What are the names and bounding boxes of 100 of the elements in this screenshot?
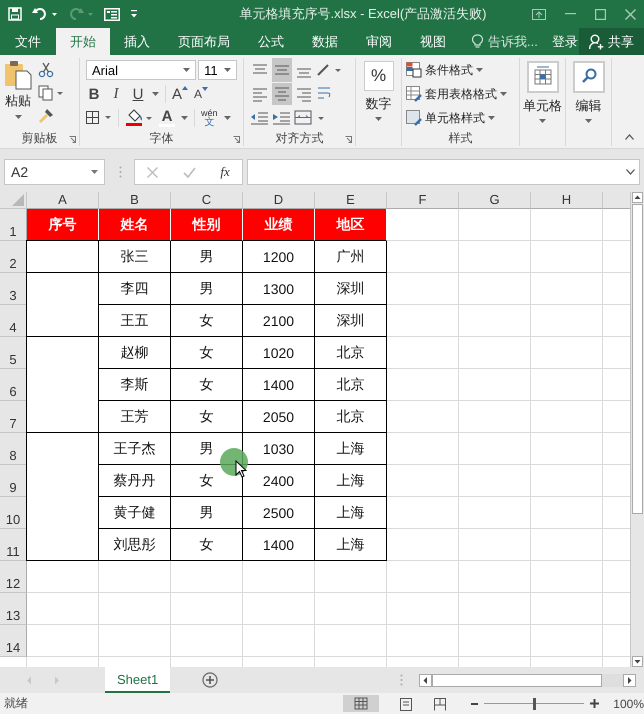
- ribbon-tab[interactable]: 页面布局: [164, 28, 244, 55]
- scroll-down-icon[interactable]: [632, 656, 643, 667]
- font-color-button[interactable]: A: [159, 109, 175, 127]
- ribbon-tab[interactable]: 公式: [244, 28, 298, 55]
- expand-chevron-icon[interactable]: [626, 169, 635, 175]
- add-sheet-icon[interactable]: [202, 672, 218, 688]
- table-cell: 蔡丹丹: [99, 465, 171, 497]
- scroll-left-icon[interactable]: [419, 674, 432, 686]
- dialog-launcher-icon[interactable]: [69, 136, 76, 143]
- scrollbar-thumb[interactable]: [632, 204, 643, 514]
- collapse-ribbon-icon[interactable]: [625, 134, 634, 140]
- borders-icon[interactable]: [86, 111, 112, 125]
- caret-icon[interactable]: [539, 119, 546, 123]
- row-header[interactable]: 9: [0, 465, 27, 497]
- styles-menu-button[interactable]: 单元格样式: [406, 108, 515, 128]
- grow-font-button[interactable]: A: [172, 86, 188, 102]
- column-header[interactable]: B: [99, 192, 171, 209]
- insert-function-button[interactable]: fx: [220, 164, 230, 180]
- group-label: 数字: [366, 95, 392, 113]
- row-header[interactable]: 1: [0, 209, 27, 241]
- sign-in-link[interactable]: 登录: [552, 28, 578, 55]
- styles-menu-button[interactable]: 条件格式: [406, 60, 515, 80]
- column-header[interactable]: E: [315, 192, 387, 209]
- normal-view-icon[interactable]: [343, 695, 380, 712]
- search-icon[interactable]: [572, 61, 604, 93]
- align-middle-icon[interactable]: [272, 58, 292, 82]
- drag-handle-icon[interactable]: [119, 166, 122, 178]
- phonetic-guide-button[interactable]: wén 文: [201, 109, 218, 127]
- caret-icon[interactable]: [152, 92, 159, 96]
- tell-me-field[interactable]: 告诉我...: [488, 32, 538, 50]
- column-header[interactable]: H: [531, 192, 603, 209]
- number-format-button[interactable]: %: [364, 61, 394, 91]
- ribbon-tab[interactable]: 视图: [406, 28, 460, 55]
- customize-caret-icon[interactable]: [130, 10, 138, 18]
- minimize-icon[interactable]: [565, 13, 576, 15]
- row-header[interactable]: 11: [0, 529, 27, 561]
- name-box[interactable]: A2: [4, 159, 105, 185]
- caret-icon: [500, 92, 507, 96]
- styles-menu-button[interactable]: 套用表格格式: [406, 84, 515, 104]
- ribbon-tab[interactable]: 审阅: [352, 28, 406, 55]
- row-header[interactable]: 4: [0, 305, 27, 337]
- row-header[interactable]: 13: [0, 593, 27, 625]
- ribbon-tab[interactable]: 开始: [56, 28, 110, 55]
- ribbon-display-icon[interactable]: [532, 8, 546, 20]
- underline-button[interactable]: U: [130, 86, 146, 102]
- caret-icon[interactable]: [181, 116, 188, 120]
- row-header[interactable]: 10: [0, 497, 27, 529]
- align-center-icon[interactable]: [272, 83, 292, 105]
- ribbon-tab[interactable]: 文件: [0, 28, 56, 55]
- scrollbar-thumb[interactable]: [432, 674, 602, 686]
- italic-button[interactable]: I: [108, 86, 124, 102]
- column-header[interactable]: D: [243, 192, 315, 209]
- table-cell: 王芳: [99, 401, 171, 433]
- font-size-dropdown[interactable]: 11: [198, 60, 237, 80]
- share-button[interactable]: 共享: [579, 28, 644, 55]
- save-icon[interactable]: [8, 7, 22, 21]
- paste-button[interactable]: 粘贴: [4, 60, 32, 128]
- cells-icon[interactable]: [526, 61, 558, 93]
- row-header[interactable]: 2: [0, 241, 27, 273]
- fill-color-icon[interactable]: [125, 109, 153, 127]
- caret-icon[interactable]: [224, 116, 231, 120]
- sheet-tab[interactable]: Sheet1: [105, 667, 170, 693]
- checkmark-icon[interactable]: [182, 166, 196, 178]
- scissors-icon[interactable]: [38, 62, 54, 78]
- format-painter-icon[interactable]: [38, 108, 54, 124]
- column-header[interactable]: C: [171, 192, 243, 209]
- ribbon-tab[interactable]: 插入: [110, 28, 164, 55]
- page-break-icon[interactable]: [433, 696, 448, 710]
- row-header[interactable]: 3: [0, 273, 27, 305]
- bold-button[interactable]: B: [86, 86, 102, 102]
- font-name-dropdown[interactable]: Arial: [86, 60, 196, 80]
- row-header[interactable]: 8: [0, 433, 27, 465]
- column-header[interactable]: A: [27, 192, 99, 209]
- row-header[interactable]: 12: [0, 561, 27, 593]
- caret-icon[interactable]: [375, 117, 382, 121]
- formula-input[interactable]: [247, 159, 640, 185]
- form-icon[interactable]: [104, 8, 120, 20]
- scroll-up-icon[interactable]: [632, 192, 643, 203]
- close-icon[interactable]: [625, 8, 636, 20]
- undo-icon[interactable]: [32, 7, 58, 21]
- column-header[interactable]: F: [387, 192, 459, 209]
- row-header[interactable]: 6: [0, 369, 27, 401]
- caret-icon[interactable]: [585, 119, 592, 123]
- zoom-in-icon[interactable]: [590, 699, 600, 708]
- zoom-slider-thumb[interactable]: [533, 698, 536, 710]
- row-header[interactable]: 14: [0, 625, 27, 657]
- drag-handle-icon[interactable]: [400, 674, 404, 686]
- ribbon-tab[interactable]: 数据: [298, 28, 352, 55]
- page-layout-icon[interactable]: [399, 696, 414, 710]
- row-header[interactable]: 5: [0, 337, 27, 369]
- scroll-right-icon[interactable]: [623, 674, 636, 686]
- column-header[interactable]: G: [459, 192, 531, 209]
- row-header[interactable]: 7: [0, 401, 27, 433]
- decrease-indent-icon[interactable]: [250, 110, 270, 126]
- maximize-icon[interactable]: [595, 8, 606, 20]
- increase-indent-icon[interactable]: [272, 110, 292, 126]
- dialog-launcher-icon[interactable]: [233, 136, 240, 143]
- shrink-font-button[interactable]: A: [194, 87, 208, 101]
- dialog-launcher-icon[interactable]: [345, 136, 352, 143]
- copy-icon[interactable]: [38, 85, 64, 101]
